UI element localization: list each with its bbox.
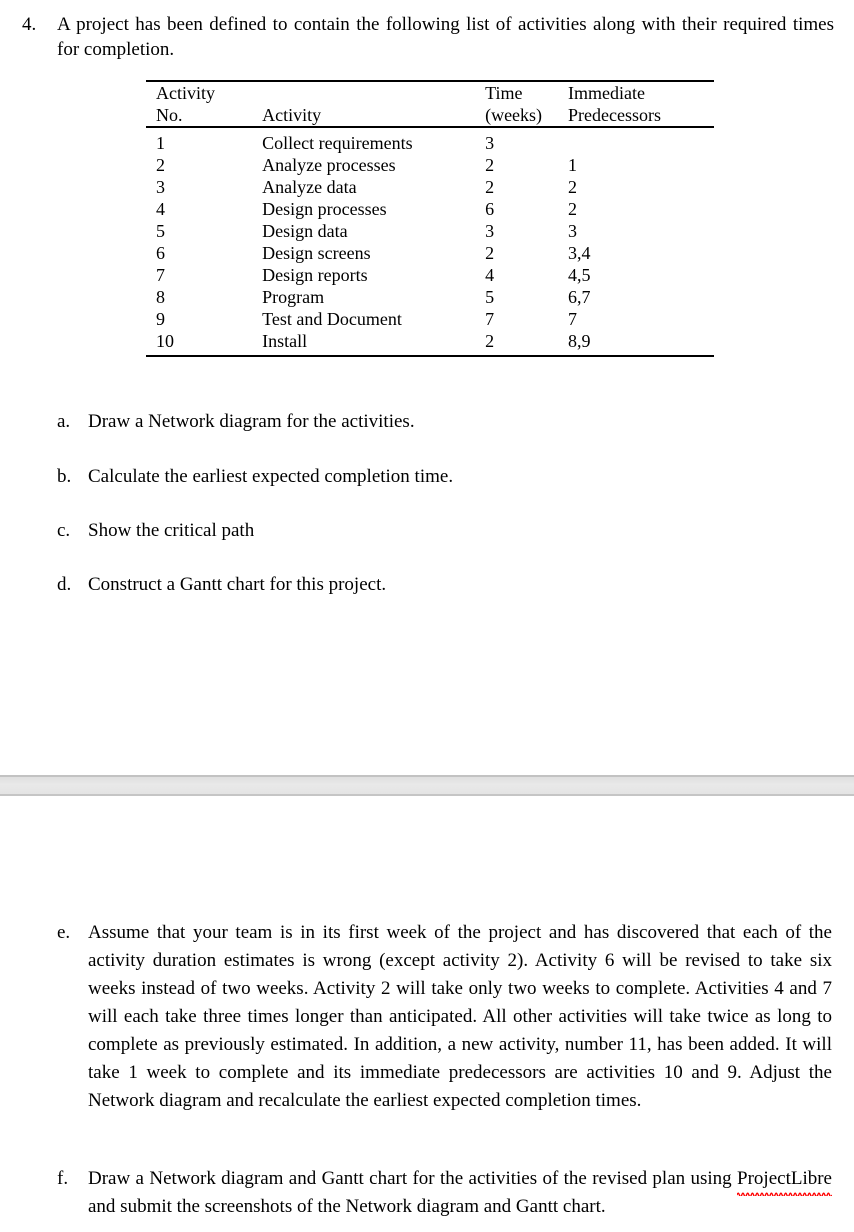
subitem-b-text: Calculate the earliest expected completi… [88, 466, 454, 487]
cell-activity: Install [262, 331, 308, 351]
cell-predecessors: 2 [568, 177, 578, 197]
cell-activity: Analyze processes [262, 155, 396, 175]
table-row: 2 Analyze processes 2 1 [146, 154, 714, 176]
cell-activity: Design reports [262, 265, 368, 285]
header-activity-no: Activity No. [146, 81, 262, 127]
subitem-c-text: Show the critical path [88, 520, 255, 541]
cell-activity-no: 10 [156, 331, 174, 351]
cell-activity: Analyze data [262, 177, 357, 197]
subitem-d-marker: d. [57, 574, 72, 595]
cell-predecessors: 8,9 [568, 331, 591, 351]
cell-time: 3 [485, 221, 495, 241]
cell-activity-no: 9 [156, 309, 165, 329]
table-row: 5 Design data 3 3 [146, 220, 714, 242]
misspelled-word-label: ProjectLibre [737, 1168, 832, 1189]
cell-activity-no: 1 [156, 133, 165, 153]
subitem-f-marker: f. [57, 1168, 69, 1189]
misspelled-word-projectlibre[interactable]: ProjectLibre [737, 1165, 832, 1196]
cell-activity-no: 5 [156, 221, 165, 241]
activities-table: Activity No. Activity Time (weeks) Immed… [146, 80, 714, 357]
cell-time: 7 [485, 309, 495, 329]
cell-activity-no: 6 [156, 243, 165, 263]
spellcheck-underline-icon [737, 1191, 832, 1196]
subitem-b: b. Calculate the earliest expected compl… [57, 463, 832, 491]
header-predecessors-line1: Immediate [568, 83, 646, 103]
header-time: Time (weeks) [485, 81, 568, 127]
subitem-c-marker: c. [57, 520, 71, 541]
header-activity-line2: Activity [262, 105, 322, 125]
cell-activity-no: 3 [156, 177, 165, 197]
table-header-row: Activity No. Activity Time (weeks) Immed… [146, 81, 714, 127]
header-time-line1: Time [485, 83, 523, 103]
table-row: 8 Program 5 6,7 [146, 286, 714, 308]
table-row: 9 Test and Document 7 7 [146, 308, 714, 330]
header-predecessors-line2: Predecessors [568, 105, 662, 125]
cell-activity-no: 8 [156, 287, 165, 307]
subitem-e-marker: e. [57, 922, 71, 943]
table-header: Activity No. Activity Time (weeks) Immed… [146, 81, 714, 127]
question-text: A project has been defined to contain th… [57, 14, 834, 60]
subitem-b-marker: b. [57, 466, 72, 487]
cell-predecessors: 2 [568, 199, 578, 219]
cell-activity: Collect requirements [262, 133, 413, 153]
header-activity-line1 [262, 82, 485, 104]
cell-activity-no: 2 [156, 155, 165, 175]
activities-table-container: Activity No. Activity Time (weeks) Immed… [146, 80, 714, 357]
cell-time: 2 [485, 331, 495, 351]
page-break-band [0, 775, 854, 796]
cell-time: 2 [485, 155, 495, 175]
cell-predecessors: 3,4 [568, 243, 591, 263]
subitem-a: a. Draw a Network diagram for the activi… [57, 408, 832, 436]
table-row: 4 Design processes 6 2 [146, 198, 714, 220]
cell-activity: Test and Document [262, 309, 402, 329]
subitem-f-text: Draw a Network diagram and Gantt chart f… [88, 1165, 832, 1221]
subitem-a-marker: a. [57, 411, 71, 432]
cell-time: 3 [485, 133, 495, 153]
cell-activity-no: 7 [156, 265, 165, 285]
cell-predecessors [568, 127, 714, 154]
cell-activity: Design screens [262, 243, 371, 263]
cell-predecessors: 6,7 [568, 287, 591, 307]
cell-predecessors: 4,5 [568, 265, 591, 285]
cell-predecessors: 3 [568, 221, 578, 241]
subitem-f-text-after: and submit the screenshots of the Networ… [88, 1196, 606, 1217]
header-activity-no-line1: Activity [156, 83, 215, 103]
table-row: 10 Install 2 8,9 [146, 330, 714, 356]
header-activity-no-line2: No. [156, 105, 183, 125]
question-4: 4. A project has been defined to contain… [22, 12, 834, 62]
cell-activity-no: 4 [156, 199, 165, 219]
cell-time: 2 [485, 177, 495, 197]
subitem-a-text: Draw a Network diagram for the activitie… [88, 411, 415, 432]
subitem-d: d. Construct a Gantt chart for this proj… [57, 571, 832, 599]
document-page: 4. A project has been defined to contain… [0, 0, 854, 1232]
cell-activity: Design processes [262, 199, 387, 219]
header-predecessors: Immediate Predecessors [568, 81, 714, 127]
table-row: 6 Design screens 2 3,4 [146, 242, 714, 264]
subitem-e: e. Assume that your team is in its first… [57, 919, 832, 1115]
cell-time: 5 [485, 287, 495, 307]
header-activity: Activity [262, 81, 485, 127]
cell-activity: Design data [262, 221, 348, 241]
subitem-f-text-before: Draw a Network diagram and Gantt chart f… [88, 1168, 738, 1189]
table-body: 1 Collect requirements 3 2 Analyze proce… [146, 127, 714, 356]
header-time-line2: (weeks) [485, 105, 543, 125]
cell-time: 6 [485, 199, 495, 219]
table-row: 1 Collect requirements 3 [146, 127, 714, 154]
table-row: 7 Design reports 4 4,5 [146, 264, 714, 286]
cell-time: 2 [485, 243, 495, 263]
cell-predecessors: 7 [568, 309, 578, 329]
subitem-c: c. Show the critical path [57, 517, 832, 545]
table-row: 3 Analyze data 2 2 [146, 176, 714, 198]
subitem-e-text: Assume that your team is in its first we… [88, 922, 832, 1111]
subitem-f: f. Draw a Network diagram and Gantt char… [57, 1165, 832, 1221]
cell-activity: Program [262, 287, 325, 307]
subitem-d-text: Construct a Gantt chart for this project… [88, 574, 387, 595]
question-number: 4. [22, 14, 37, 35]
cell-predecessors: 1 [568, 155, 578, 175]
cell-time: 4 [485, 265, 495, 285]
